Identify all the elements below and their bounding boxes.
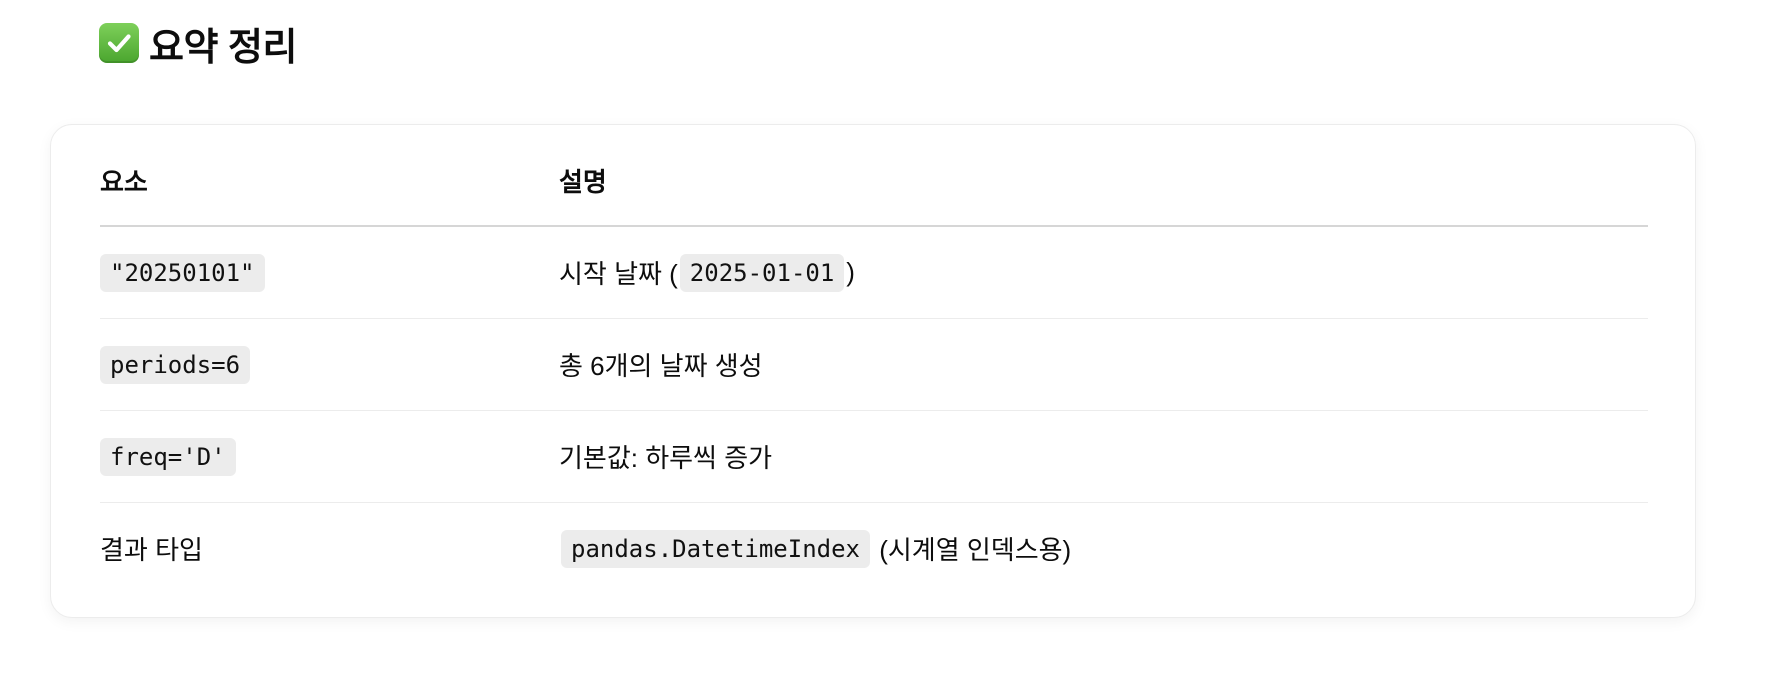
inline-code: freq='D': [100, 437, 236, 476]
header-element: 요소: [100, 166, 148, 197]
description-text: ): [846, 257, 855, 287]
summary-table-card: 요소 설명 "20250101" 시작 날짜 (2025-01-01) peri…: [50, 124, 1696, 618]
section-title: 요약 정리: [149, 26, 297, 69]
page: 요약 정리 요소 설명 "20250101" 시작 날짜 (2025-01-01…: [0, 0, 1770, 696]
element-cell: 결과 타입: [100, 535, 203, 565]
table-row: freq='D' 기본값: 하루씩 증가: [100, 411, 1648, 503]
description-text: (시계열 인덱스용): [871, 535, 1072, 565]
table-row: periods=6 총 6개의 날짜 생성: [100, 319, 1648, 411]
summary-table: 요소 설명 "20250101" 시작 날짜 (2025-01-01) peri…: [100, 125, 1648, 594]
element-cell: freq='D': [100, 437, 236, 476]
description-text: 시작 날짜 (: [559, 259, 678, 289]
inline-code: 2025-01-01: [679, 253, 845, 292]
header-description: 설명: [559, 166, 607, 197]
table-row: "20250101" 시작 날짜 (2025-01-01): [100, 227, 1648, 319]
table-row: 결과 타입 pandas.DatetimeIndex (시계열 인덱스용): [100, 503, 1648, 594]
description-cell: pandas.DatetimeIndex (시계열 인덱스용): [559, 529, 1072, 568]
description-cell: 총 6개의 날짜 생성: [559, 351, 763, 381]
inline-code: periods=6: [100, 345, 251, 384]
inline-code: pandas.DatetimeIndex: [561, 529, 870, 568]
element-cell: periods=6: [100, 345, 251, 384]
table-header-row: 요소 설명: [100, 125, 1648, 227]
element-cell: "20250101": [100, 253, 265, 292]
section-heading: 요약 정리: [99, 18, 297, 69]
description-cell: 기본값: 하루씩 증가: [559, 443, 773, 473]
check-mark-button-icon: [99, 23, 139, 63]
description-cell: 시작 날짜 (2025-01-01): [559, 253, 855, 292]
inline-code: "20250101": [100, 253, 265, 292]
